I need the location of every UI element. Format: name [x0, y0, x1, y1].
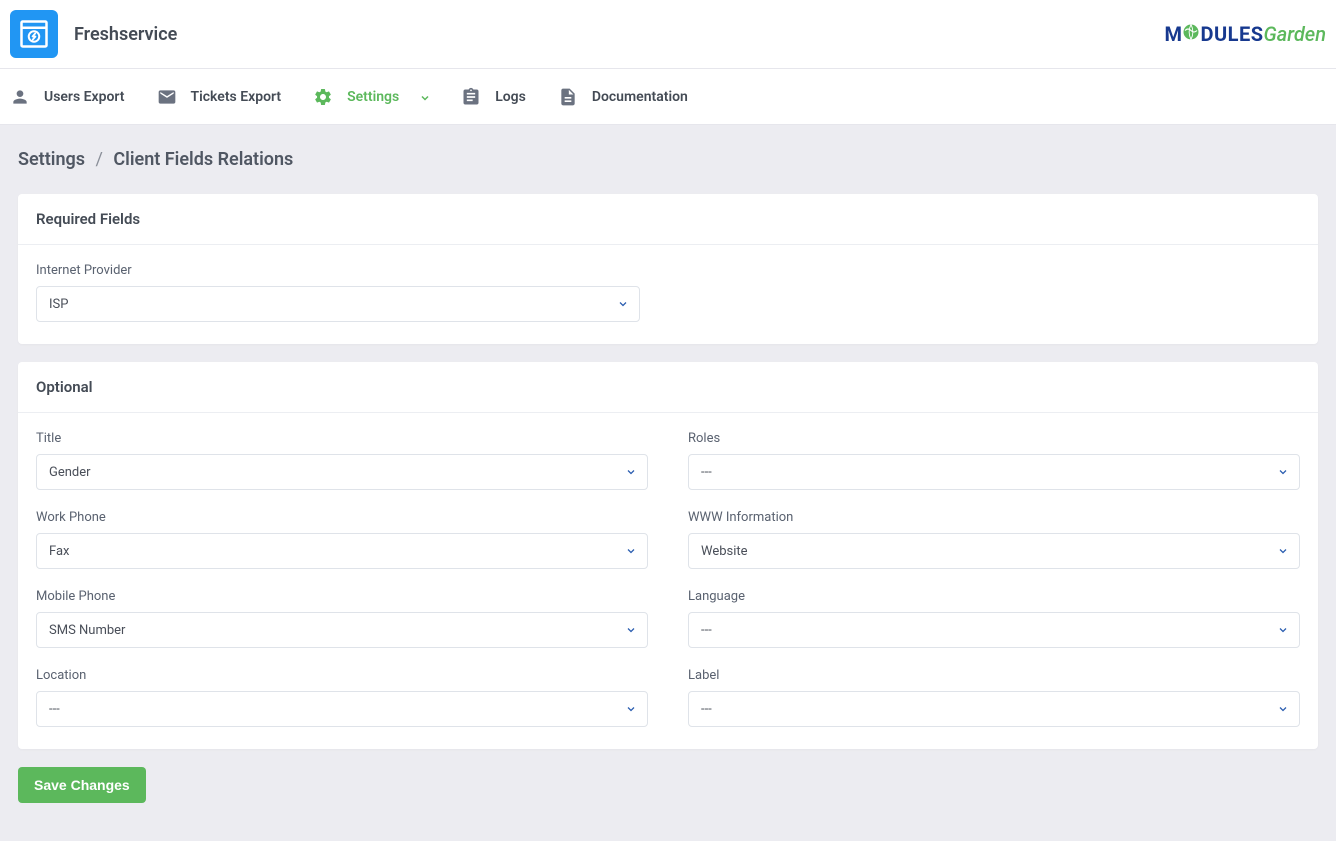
nav-bar: Users Export Tickets Export Settings Log…: [0, 69, 1336, 125]
nav-tickets-export[interactable]: Tickets Export: [157, 87, 282, 107]
label-field-label: Label: [688, 668, 1300, 683]
chevron-down-icon: [1277, 624, 1289, 636]
mobile-phone-label: Mobile Phone: [36, 589, 648, 604]
globe-icon: [1182, 23, 1200, 41]
chevron-down-icon: [1277, 703, 1289, 715]
chevron-down-icon: [1277, 466, 1289, 478]
user-icon: [10, 87, 30, 107]
roles-select[interactable]: ---: [688, 454, 1300, 490]
internet-provider-label: Internet Provider: [36, 263, 640, 278]
header-left: Freshservice: [10, 10, 177, 58]
nav-logs[interactable]: Logs: [461, 87, 526, 107]
document-icon: [558, 87, 578, 107]
header: Freshservice M DULESGarden: [0, 0, 1336, 69]
required-fields-title: Required Fields: [18, 194, 1318, 245]
language-select[interactable]: ---: [688, 612, 1300, 648]
chevron-down-icon: [625, 624, 637, 636]
app-icon: [10, 10, 58, 58]
breadcrumb-separator: /: [95, 149, 102, 170]
logo-dules: DULES: [1200, 22, 1263, 46]
clipboard-icon: [461, 87, 481, 107]
gear-icon: [313, 87, 333, 107]
www-info-value: Website: [701, 544, 748, 559]
breadcrumb-root[interactable]: Settings: [18, 149, 85, 170]
roles-value: ---: [701, 465, 712, 480]
www-info-label: WWW Information: [688, 510, 1300, 525]
logo-m: M: [1164, 22, 1182, 46]
nav-documentation-label: Documentation: [592, 89, 688, 105]
logo-garden: Garden: [1264, 22, 1326, 46]
nav-documentation[interactable]: Documentation: [558, 87, 688, 107]
chevron-down-icon: [625, 466, 637, 478]
chevron-down-icon: [625, 703, 637, 715]
label-field-select[interactable]: ---: [688, 691, 1300, 727]
chevron-down-icon: [419, 92, 429, 102]
app-logo-icon: [19, 19, 49, 49]
nav-users-export-label: Users Export: [44, 89, 125, 105]
save-changes-button[interactable]: Save Changes: [18, 767, 146, 803]
app-title: Freshservice: [74, 24, 177, 45]
brand-logo: M DULESGarden: [1164, 22, 1326, 46]
breadcrumb: Settings / Client Fields Relations: [18, 149, 1318, 170]
location-value: ---: [49, 702, 60, 717]
chevron-down-icon: [625, 545, 637, 557]
optional-card: Optional Title Gender Work Phone Fax: [18, 362, 1318, 749]
mobile-phone-value: SMS Number: [49, 623, 125, 638]
location-label: Location: [36, 668, 648, 683]
title-label: Title: [36, 431, 648, 446]
breadcrumb-current: Client Fields Relations: [113, 149, 293, 170]
work-phone-value: Fax: [49, 544, 70, 559]
work-phone-label: Work Phone: [36, 510, 648, 525]
language-label: Language: [688, 589, 1300, 604]
internet-provider-select[interactable]: ISP: [36, 286, 640, 322]
location-select[interactable]: ---: [36, 691, 648, 727]
optional-right-col: Roles --- WWW Information Website: [688, 431, 1300, 727]
optional-title: Optional: [18, 362, 1318, 413]
required-fields-card: Required Fields Internet Provider ISP: [18, 194, 1318, 344]
mail-icon: [157, 87, 177, 107]
nav-settings-label: Settings: [347, 89, 399, 105]
logo-o: [1182, 23, 1200, 41]
chevron-down-icon: [617, 298, 629, 310]
content: Settings / Client Fields Relations Requi…: [0, 125, 1336, 827]
title-select[interactable]: Gender: [36, 454, 648, 490]
work-phone-select[interactable]: Fax: [36, 533, 648, 569]
mobile-phone-select[interactable]: SMS Number: [36, 612, 648, 648]
internet-provider-value: ISP: [49, 297, 68, 312]
language-value: ---: [701, 623, 712, 638]
title-value: Gender: [49, 465, 91, 480]
nav-settings[interactable]: Settings: [313, 87, 429, 107]
www-info-select[interactable]: Website: [688, 533, 1300, 569]
optional-left-col: Title Gender Work Phone Fax: [36, 431, 648, 727]
nav-users-export[interactable]: Users Export: [10, 87, 125, 107]
nav-tickets-export-label: Tickets Export: [191, 89, 282, 105]
chevron-down-icon: [1277, 545, 1289, 557]
nav-logs-label: Logs: [495, 89, 526, 105]
label-field-value: ---: [701, 702, 712, 717]
roles-label: Roles: [688, 431, 1300, 446]
